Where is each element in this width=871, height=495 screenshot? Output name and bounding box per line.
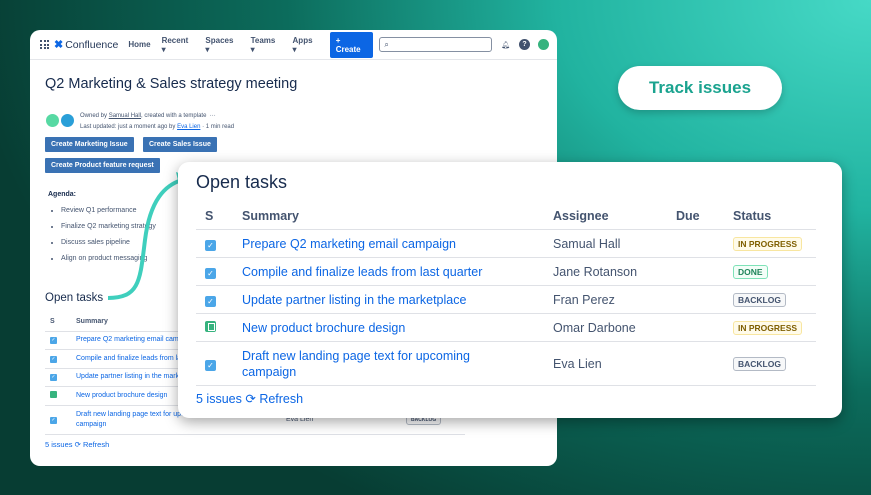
col-assignee[interactable]: Assignee xyxy=(553,209,676,223)
assignee: Fran Perez xyxy=(553,292,615,307)
task-table: S Summary Assignee Due Status ✓ Prepare Q… xyxy=(196,202,816,386)
nav-home[interactable]: Home xyxy=(128,40,150,49)
table-row[interactable]: New product brochure design Omar Darbone I… xyxy=(196,314,816,342)
refresh-link[interactable]: Refresh xyxy=(259,392,303,406)
owner-avatar[interactable] xyxy=(45,113,60,128)
refresh-icon[interactable]: ⟳ xyxy=(75,440,81,449)
status-badge: IN PROGRESS xyxy=(733,321,803,335)
issue-count: 5 issues xyxy=(196,392,242,406)
owned-suffix: , created with a template xyxy=(141,113,207,119)
updated-line: Last updated: just a moment ago by Eva L… xyxy=(80,124,234,130)
task-icon: ✓ xyxy=(205,359,216,371)
editor-avatar[interactable] xyxy=(60,113,75,128)
top-nav: ✖ Confluence Home Recent ▾ Spaces ▾ Teams… xyxy=(30,30,557,60)
table-row[interactable]: ✓ Draft new landing page text for upcomin… xyxy=(196,342,816,386)
nav-spaces-label: Spaces xyxy=(205,35,234,45)
nav-spaces[interactable]: Spaces ▾ xyxy=(205,36,239,54)
status-badge: BACKLOG xyxy=(733,293,786,307)
owner-link[interactable]: Samual Hall xyxy=(109,113,141,119)
open-tasks-heading: Open tasks xyxy=(45,292,104,304)
nav-recent[interactable]: Recent ▾ xyxy=(162,36,195,54)
task-icon: ✓ xyxy=(50,374,57,382)
task-icon: ✓ xyxy=(205,267,216,279)
profile-avatar[interactable] xyxy=(538,39,549,50)
search-icon: ⌕ xyxy=(384,40,389,49)
nav-teams-label: Teams xyxy=(250,35,276,45)
nav-recent-label: Recent xyxy=(161,35,189,45)
updated-prefix: Last updated: just a moment ago by xyxy=(80,124,178,130)
status-badge: IN PROGRESS xyxy=(733,237,803,251)
task-link[interactable]: New product brochure design xyxy=(242,320,553,336)
task-icon: ✓ xyxy=(50,416,57,424)
more-icon[interactable]: ··· xyxy=(210,113,216,119)
col-status[interactable]: Status xyxy=(733,209,816,223)
nav-teams[interactable]: Teams ▾ xyxy=(251,36,282,54)
agenda-label: Agenda: xyxy=(48,191,76,198)
table-row[interactable]: ✓ Update partner listing in the marketpla… xyxy=(196,286,816,314)
create-marketing-issue-button[interactable]: Create Marketing Issue xyxy=(45,137,134,152)
app-switcher-icon[interactable] xyxy=(40,40,49,49)
task-link[interactable]: Prepare Q2 marketing email campaign xyxy=(242,236,553,252)
task-link[interactable]: Update partner listing in the marketplac… xyxy=(242,292,553,308)
table-row[interactable]: ✓ Compile and finalize leads from last qu… xyxy=(196,258,816,286)
create-button[interactable]: + Create xyxy=(329,31,374,58)
task-icon: ✓ xyxy=(50,355,57,363)
assignee: Omar Darbone xyxy=(553,320,636,335)
product-name: Confluence xyxy=(65,38,119,51)
story-icon xyxy=(205,320,216,332)
issues-footer: 5 issues ⟳ Refresh xyxy=(196,391,303,406)
assignee: Samual Hall xyxy=(553,236,621,251)
task-icon: ✓ xyxy=(205,239,216,251)
notifications-icon[interactable]: 🔔︎ xyxy=(500,39,511,50)
owned-prefix: Owned by xyxy=(80,113,109,119)
confluence-x-icon: ✖ xyxy=(54,39,64,51)
owner-line: Owned by Samual Hall, created with a tem… xyxy=(80,113,216,119)
col-summary[interactable]: Summary xyxy=(242,209,553,223)
nav-apps-label: Apps xyxy=(292,35,313,45)
issue-count: 5 issues xyxy=(45,440,73,449)
nav-apps[interactable]: Apps ▾ xyxy=(293,36,319,54)
story-icon xyxy=(50,391,57,399)
task-link[interactable]: Draft new landing page text for upcoming… xyxy=(242,348,553,380)
help-icon[interactable]: ? xyxy=(519,39,531,50)
updated-suffix: · 1 min read xyxy=(200,124,235,130)
status-badge: BACKLOG xyxy=(733,357,786,371)
assignee: Eva Lien xyxy=(553,356,602,371)
confluence-logo[interactable]: ✖ Confluence xyxy=(54,38,119,52)
create-sales-issue-button[interactable]: Create Sales Issue xyxy=(143,137,217,152)
page-title: Q2 Marketing & Sales strategy meeting xyxy=(45,76,298,92)
task-icon: ✓ xyxy=(50,337,57,345)
open-tasks-card: Open tasks S Summary Assignee Due Status… xyxy=(178,162,842,418)
refresh-link[interactable]: Refresh xyxy=(83,440,109,449)
table-header: S Summary Assignee Due Status xyxy=(196,202,816,230)
col-s: S xyxy=(50,318,55,326)
refresh-icon[interactable]: ⟳ xyxy=(245,392,255,406)
search-input[interactable]: ⌕ xyxy=(379,37,493,52)
track-issues-callout: Track issues xyxy=(618,66,782,110)
small-issues-footer: 5 issues ⟳ Refresh xyxy=(45,440,109,449)
task-link[interactable]: Compile and finalize leads from last qua… xyxy=(242,264,553,280)
open-tasks-title: Open tasks xyxy=(196,172,288,192)
task-icon: ✓ xyxy=(205,295,216,307)
table-row[interactable]: ✓ Prepare Q2 marketing email campaign Samu… xyxy=(196,230,816,258)
assignee: Jane Rotanson xyxy=(553,264,638,279)
col-s[interactable]: S xyxy=(196,209,242,223)
status-badge: DONE xyxy=(733,265,768,279)
updated-by-link[interactable]: Eva Lien xyxy=(177,124,200,130)
col-due[interactable]: Due xyxy=(676,209,733,223)
